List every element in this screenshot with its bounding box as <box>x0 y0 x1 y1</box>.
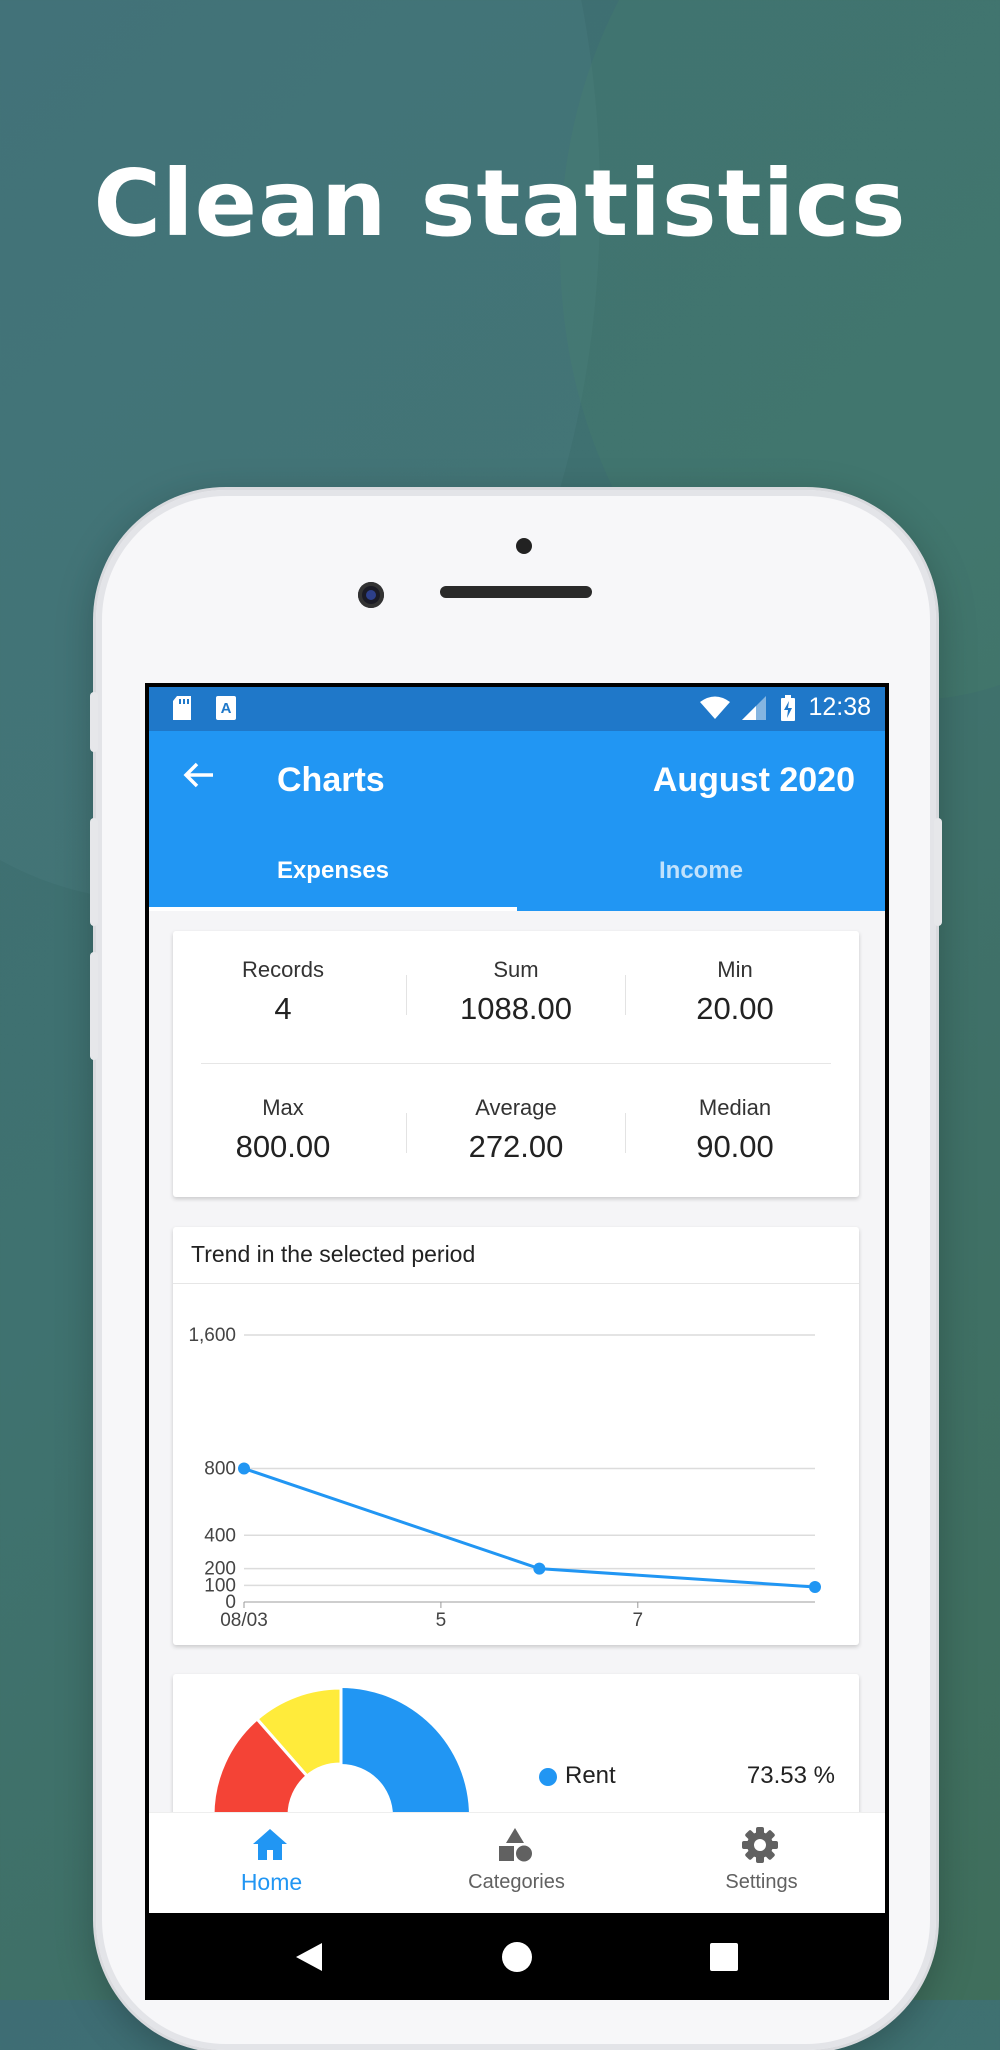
phone-screen: A 12:38 Charts August 2020 Expenses Inco… <box>145 683 889 2000</box>
legend-dot-rent <box>539 1768 557 1786</box>
headline: Clean statistics <box>93 150 907 257</box>
data-point[interactable] <box>238 1462 250 1475</box>
pie-slice-rent <box>341 1688 469 1816</box>
x-tick-label: 7 <box>633 1610 644 1631</box>
period-selector[interactable]: August 2020 <box>653 761 855 800</box>
volume-up-button <box>90 818 98 926</box>
stat-median: Median 90.00 <box>625 1095 845 1165</box>
stat-value: 4 <box>274 991 292 1026</box>
earpiece-speaker <box>440 586 592 598</box>
nav-label: Settings <box>725 1871 798 1893</box>
y-tick-label: 800 <box>204 1459 236 1480</box>
trend-line-chart: 1,600800400200100008/03 5 7 <box>188 1325 821 1631</box>
recents-square-icon[interactable] <box>709 1942 739 1972</box>
status-bar: A 12:38 <box>149 687 885 731</box>
system-navigation-bar <box>149 1913 885 2000</box>
battery-charging-icon <box>781 694 796 721</box>
category-pie-chart <box>211 1688 469 1818</box>
tab-income[interactable]: Income <box>517 857 885 885</box>
chart-title: Trend in the selected period <box>191 1241 476 1267</box>
statistics-card: Records 4 Sum 1088.00 Min 20.00 Max 800.… <box>173 931 859 1197</box>
stat-average: Average 272.00 <box>406 1095 626 1165</box>
status-time: 12:38 <box>808 693 871 721</box>
signal-icon <box>742 695 767 720</box>
stat-min: Min 20.00 <box>625 957 845 1027</box>
legend-label-rent: Rent <box>565 1762 616 1789</box>
nav-categories[interactable]: Categories <box>394 1813 639 1913</box>
legend-percent-rent: 73.53 % <box>746 1762 835 1789</box>
volume-down-button <box>90 952 98 1060</box>
stat-label: Max <box>262 1095 304 1120</box>
nav-home[interactable]: Home <box>149 1813 394 1913</box>
gear-icon <box>742 1827 778 1863</box>
stat-label: Average <box>475 1095 557 1120</box>
tab-indicator <box>149 907 517 911</box>
wifi-icon <box>700 696 731 719</box>
stat-records: Records 4 <box>173 957 393 1027</box>
font-a-icon: A <box>216 696 236 720</box>
home-circle-icon[interactable] <box>501 1941 533 1973</box>
x-tick-label: 08/03 <box>220 1610 268 1631</box>
stat-label: Min <box>717 957 753 982</box>
y-tick-label: 1,600 <box>188 1325 236 1346</box>
svg-text:A: A <box>221 700 232 717</box>
sd-card-icon <box>173 696 191 720</box>
nav-settings[interactable]: Settings <box>639 1813 884 1913</box>
divider <box>173 1283 859 1284</box>
data-point[interactable] <box>533 1562 546 1575</box>
categories-icon <box>499 1828 532 1862</box>
stat-value: 20.00 <box>696 991 774 1026</box>
side-button <box>90 692 98 752</box>
y-tick-label: 400 <box>204 1525 236 1546</box>
power-button <box>934 818 942 926</box>
data-point[interactable] <box>809 1580 821 1593</box>
proximity-sensor <box>516 538 532 554</box>
page-title: Charts <box>277 761 385 799</box>
stat-label: Median <box>698 1095 772 1120</box>
stat-max: Max 800.00 <box>173 1095 393 1165</box>
divider <box>201 1063 831 1064</box>
trend-card: Trend in the selected period 1,600 800 400… <box>173 1227 859 1645</box>
stat-value: 90.00 <box>696 1129 774 1164</box>
home-icon <box>253 1829 287 1860</box>
nav-label: Home <box>240 1869 303 1895</box>
stat-value: 800.00 <box>235 1129 331 1164</box>
stat-sum: Sum 1088.00 <box>406 957 626 1027</box>
back-triangle-icon[interactable] <box>294 1941 324 1973</box>
bottom-navigation: Home Categories Settings <box>149 1812 885 1913</box>
stat-label: Records <box>242 957 324 982</box>
back-arrow-icon[interactable] <box>179 757 219 797</box>
nav-label: Categories <box>468 1871 565 1893</box>
x-tick-label: 5 <box>436 1610 447 1631</box>
front-camera <box>358 582 384 608</box>
tab-expenses[interactable]: Expenses <box>149 857 517 885</box>
stat-value: 272.00 <box>468 1129 564 1164</box>
stat-label: Sum <box>493 957 539 982</box>
app-bar: Charts August 2020 Expenses Income <box>149 731 885 911</box>
stat-value: 1088.00 <box>459 991 573 1026</box>
